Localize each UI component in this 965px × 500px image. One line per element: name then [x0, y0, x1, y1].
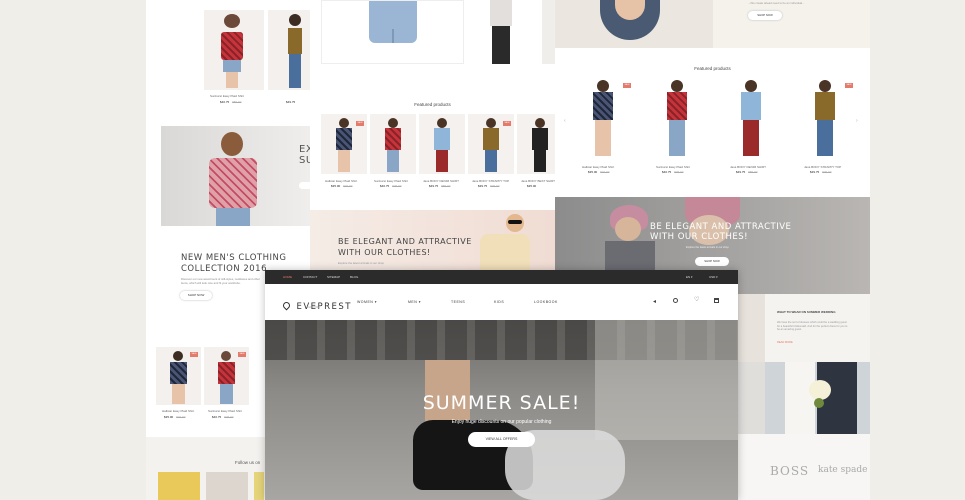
product-price: $39.75 $45.00: [810, 170, 832, 174]
promo-title: BE ELEGANT AND ATTRACTIVE WITH OUR CLOTH…: [338, 237, 472, 257]
sale-badge: SALE: [623, 83, 631, 88]
wedding-image: [765, 362, 870, 434]
carousel-next-arrow[interactable]: ›: [856, 118, 858, 124]
front-homepage-panel: HOME CONTACT SITEMAP BLOG EN ▾ USD ▾ EVE…: [265, 270, 738, 500]
cart-icon[interactable]: [714, 298, 719, 303]
brand-logo-boss[interactable]: BOSS: [770, 464, 809, 478]
product-name[interactable]: Sunburst Easy Plaid Shirt: [374, 179, 408, 183]
search-icon[interactable]: [673, 298, 678, 303]
hero-slider: SUMMER SALE! Enjoy huge discounts on our…: [265, 320, 738, 500]
promo-banner: BE ELEGANT AND ATTRACTIVE WITH OUR CLOTH…: [310, 210, 555, 272]
product-card[interactable]: $49.75: [268, 10, 310, 105]
product-price: $35.00 $40.00: [588, 170, 610, 174]
logo[interactable]: EVEPREST: [281, 296, 352, 314]
product-image-top[interactable]: [470, 0, 540, 64]
product-price: $49.75 $55.00: [429, 184, 451, 188]
product-price: $49.75 $55.00: [736, 170, 758, 174]
product-name[interactable]: Java BODY BEST SHIRT: [521, 179, 555, 183]
product-name[interactable]: Sunburst Easy Plaid Shirt: [208, 409, 242, 413]
article-title: WHAT TO WEAR ON SUMMER WEDDING: [777, 310, 836, 314]
sale-badge: SALE: [238, 352, 246, 357]
product-card[interactable]: Java BODY STRAPPY TOP $39.75 $45.00 SALE: [468, 114, 514, 192]
hero-partial-text: EX SU: [299, 144, 310, 166]
wishlist-icon[interactable]: ♡: [694, 296, 699, 303]
product-price: $35.00 $40.00: [164, 415, 186, 419]
product-name[interactable]: Hallstar Easy Plaid Shirt: [162, 409, 194, 413]
product-card[interactable]: Java BODY DENIM SHIRT $49.75 $55.00: [419, 114, 465, 192]
carousel-prev-arrow[interactable]: ‹: [564, 118, 566, 124]
product-name[interactable]: Sunburst Easy Plaid Shirt: [210, 94, 244, 98]
product-price: $40.75 $45.00: [212, 415, 234, 419]
sale-badge: SALE: [845, 83, 853, 88]
product-name[interactable]: Hallstar Easy Plaid Shirt: [325, 179, 357, 183]
topbar-link-contact[interactable]: CONTACT: [303, 275, 317, 279]
brand-logo-kate-spade[interactable]: kate spade: [818, 465, 867, 475]
product-name[interactable]: Sunburst Easy Plaid Shirt: [656, 165, 690, 169]
product-card[interactable]: Sunburst Easy Plaid Shirt $40.75 $45.00: [648, 78, 708, 178]
topbar-link-home[interactable]: HOME: [283, 275, 292, 279]
topbar-link-blog[interactable]: BLOG: [350, 275, 358, 279]
product-card[interactable]: SALE Sunburst Easy Plaid Shirt $40.75 $45…: [204, 347, 249, 422]
logo-text: EVEPREST: [296, 302, 352, 312]
sale-badge: SALE: [356, 121, 364, 126]
topbar-link-sitemap[interactable]: SITEMAP: [327, 275, 340, 279]
top-shop-now-button[interactable]: SHOP NOW: [748, 11, 782, 20]
product-card[interactable]: Java BODY BEST SHIRT $35.00: [517, 114, 555, 192]
product-card[interactable]: Hallstar Easy Plaid Shirt $35.00 $40.00 SA…: [321, 114, 367, 192]
product-card[interactable]: Hallstar Easy Plaid Shirt $35.00 $40.00 SA…: [574, 78, 634, 178]
product-price: $40.75 $50.00: [220, 100, 242, 104]
promo-title: BE ELEGANT AND ATTRACTIVE WITH OUR CLOTH…: [650, 222, 792, 242]
read-more-link[interactable]: READ MORE: [777, 341, 793, 344]
product-price: $40.75 $45.00: [380, 184, 402, 188]
product-card[interactable]: SALE Hallstar Easy Plaid Shirt $35.00 $40…: [156, 347, 201, 422]
nav-women[interactable]: WOMEN ▾: [357, 300, 377, 304]
top-bar: HOME CONTACT SITEMAP BLOG EN ▾ USD ▾: [265, 270, 738, 284]
product-price: $35.00: [527, 184, 537, 188]
product-card[interactable]: Java BODY DENIM SHIRT $49.75 $55.00: [722, 78, 782, 178]
product-price: $49.75: [286, 100, 296, 104]
main-header: EVEPREST CLOTHING WOMEN ▾ MEN ▾ TEENS KI…: [265, 284, 738, 320]
logo-tagline: CLOTHING: [307, 306, 320, 309]
nav-kids[interactable]: KIDS: [494, 300, 504, 304]
product-name[interactable]: Java BODY DENIM SHIRT: [730, 165, 766, 169]
featured-products-heading: Featured products: [414, 102, 451, 107]
product-card[interactable]: Sunburst Easy Plaid Shirt $40.75 $45.00: [370, 114, 416, 192]
hero-title: SUMMER SALE!: [422, 392, 581, 414]
nav-teens[interactable]: TEENS: [451, 300, 465, 304]
product-name[interactable]: Java BODY STRAPPY TOP: [804, 165, 841, 169]
product-card[interactable]: Java BODY STRAPPY TOP $39.75 $45.00 SALE: [796, 78, 856, 178]
hero-banner: EX SU: [161, 126, 310, 226]
featured-products-heading: Featured products: [694, 66, 731, 71]
logo-icon: [281, 300, 292, 311]
product-name[interactable]: Hallstar Easy Plaid Shirt: [582, 165, 614, 169]
sale-badge: SALE: [503, 121, 511, 126]
nav-lookbook[interactable]: LOOKBOOK: [534, 300, 558, 304]
promo-subtitle: Explore the latest arrivals in our shop: [686, 246, 729, 249]
kid-hero-image: [555, 0, 713, 48]
hero-subtitle: Enjoy huge discounts on our popular clot…: [451, 419, 552, 425]
product-price: $35.00 $40.00: [331, 184, 353, 188]
shop-now-button[interactable]: SHOP NOW: [180, 291, 212, 300]
product-card[interactable]: Sunburst Easy Plaid Shirt $40.75 $50.00: [204, 10, 264, 105]
language-selector[interactable]: EN ▾: [686, 275, 693, 279]
view-all-offers-button[interactable]: VIEW ALL OFFERS: [468, 432, 535, 447]
nav-men[interactable]: MEN ▾: [408, 300, 421, 304]
product-price: $39.75 $45.00: [478, 184, 500, 188]
promo-subtitle: Explore the latest arrivals in our shop: [338, 261, 385, 265]
product-price: $40.75 $45.00: [662, 170, 684, 174]
collection-description: Discover our new assortment of still-sty…: [181, 277, 260, 285]
product-name[interactable]: Java BODY DENIM SHIRT: [423, 179, 459, 183]
follow-us-heading: Follow us on: [235, 460, 261, 465]
article-text: We have the sort of dresses which could …: [777, 321, 848, 332]
promo-shop-now-button[interactable]: SHOP NOW: [695, 257, 729, 266]
currency-selector[interactable]: USD ▾: [709, 275, 718, 279]
sound-icon[interactable]: ◂: [653, 298, 656, 305]
product-name[interactable]: Java BODY STRAPPY TOP: [472, 179, 509, 183]
sale-badge: SALE: [190, 352, 198, 357]
top-text: ...this create ahead need to be an indiv…: [748, 1, 805, 5]
product-image-jeans[interactable]: [321, 0, 464, 64]
